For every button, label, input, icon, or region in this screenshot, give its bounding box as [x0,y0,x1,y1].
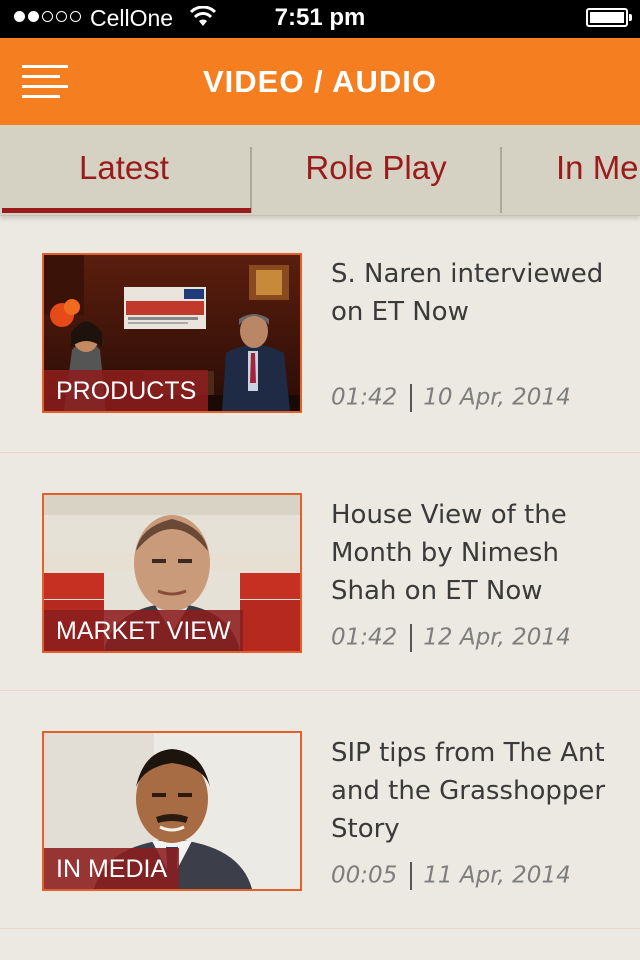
tab-role-play[interactable]: Role Play [252,125,500,215]
meta-divider [410,862,413,890]
category-badge: PRODUCTS [44,370,209,411]
tab-latest[interactable]: Latest [0,125,248,215]
video-duration: 01:42 [331,624,398,651]
video-date: 12 Apr, 2014 [423,624,571,651]
meta-divider [410,384,413,412]
video-title[interactable]: House View of the Month by Nimesh Shah o… [331,496,623,610]
video-meta: 00:05 11 Apr, 2014 [331,862,571,890]
status-bar: CellOne 7:51 pm [0,0,640,38]
list-item[interactable]: IN MEDIA SIP tips from The Ant and the G… [0,691,640,929]
list-item[interactable]: PRODUCTS S. Naren interviewed on ET Now … [0,215,640,453]
tab-divider [500,147,502,213]
video-thumbnail[interactable]: IN MEDIA [42,731,302,891]
video-date: 11 Apr, 2014 [423,862,571,889]
list-item[interactable]: MARKET VIEW House View of the Month by N… [0,453,640,691]
video-thumbnail[interactable]: PRODUCTS [42,253,302,413]
video-thumbnail[interactable]: MARKET VIEW [42,493,302,653]
video-meta: 01:42 10 Apr, 2014 [331,384,571,412]
video-list: PRODUCTS S. Naren interviewed on ET Now … [0,215,640,929]
tab-bar: Latest Role Play In Me [0,125,640,216]
battery-icon [586,8,632,27]
video-duration: 01:42 [331,384,398,411]
category-badge: MARKET VIEW [44,610,243,651]
video-title[interactable]: SIP tips from The Ant and the Grasshoppe… [331,734,623,848]
tab-in-media[interactable]: In Me [556,125,640,215]
app-header: VIDEO / AUDIO [0,38,640,125]
category-badge: IN MEDIA [44,848,180,889]
hamburger-menu-icon[interactable] [22,62,70,100]
page-title: VIDEO / AUDIO [202,64,438,99]
active-tab-indicator [2,208,251,213]
video-title[interactable]: S. Naren interviewed on ET Now [331,255,623,331]
video-duration: 00:05 [331,862,398,889]
meta-divider [410,624,413,652]
video-date: 10 Apr, 2014 [423,384,571,411]
status-time: 7:51 pm [274,4,366,31]
video-meta: 01:42 12 Apr, 2014 [331,624,571,652]
